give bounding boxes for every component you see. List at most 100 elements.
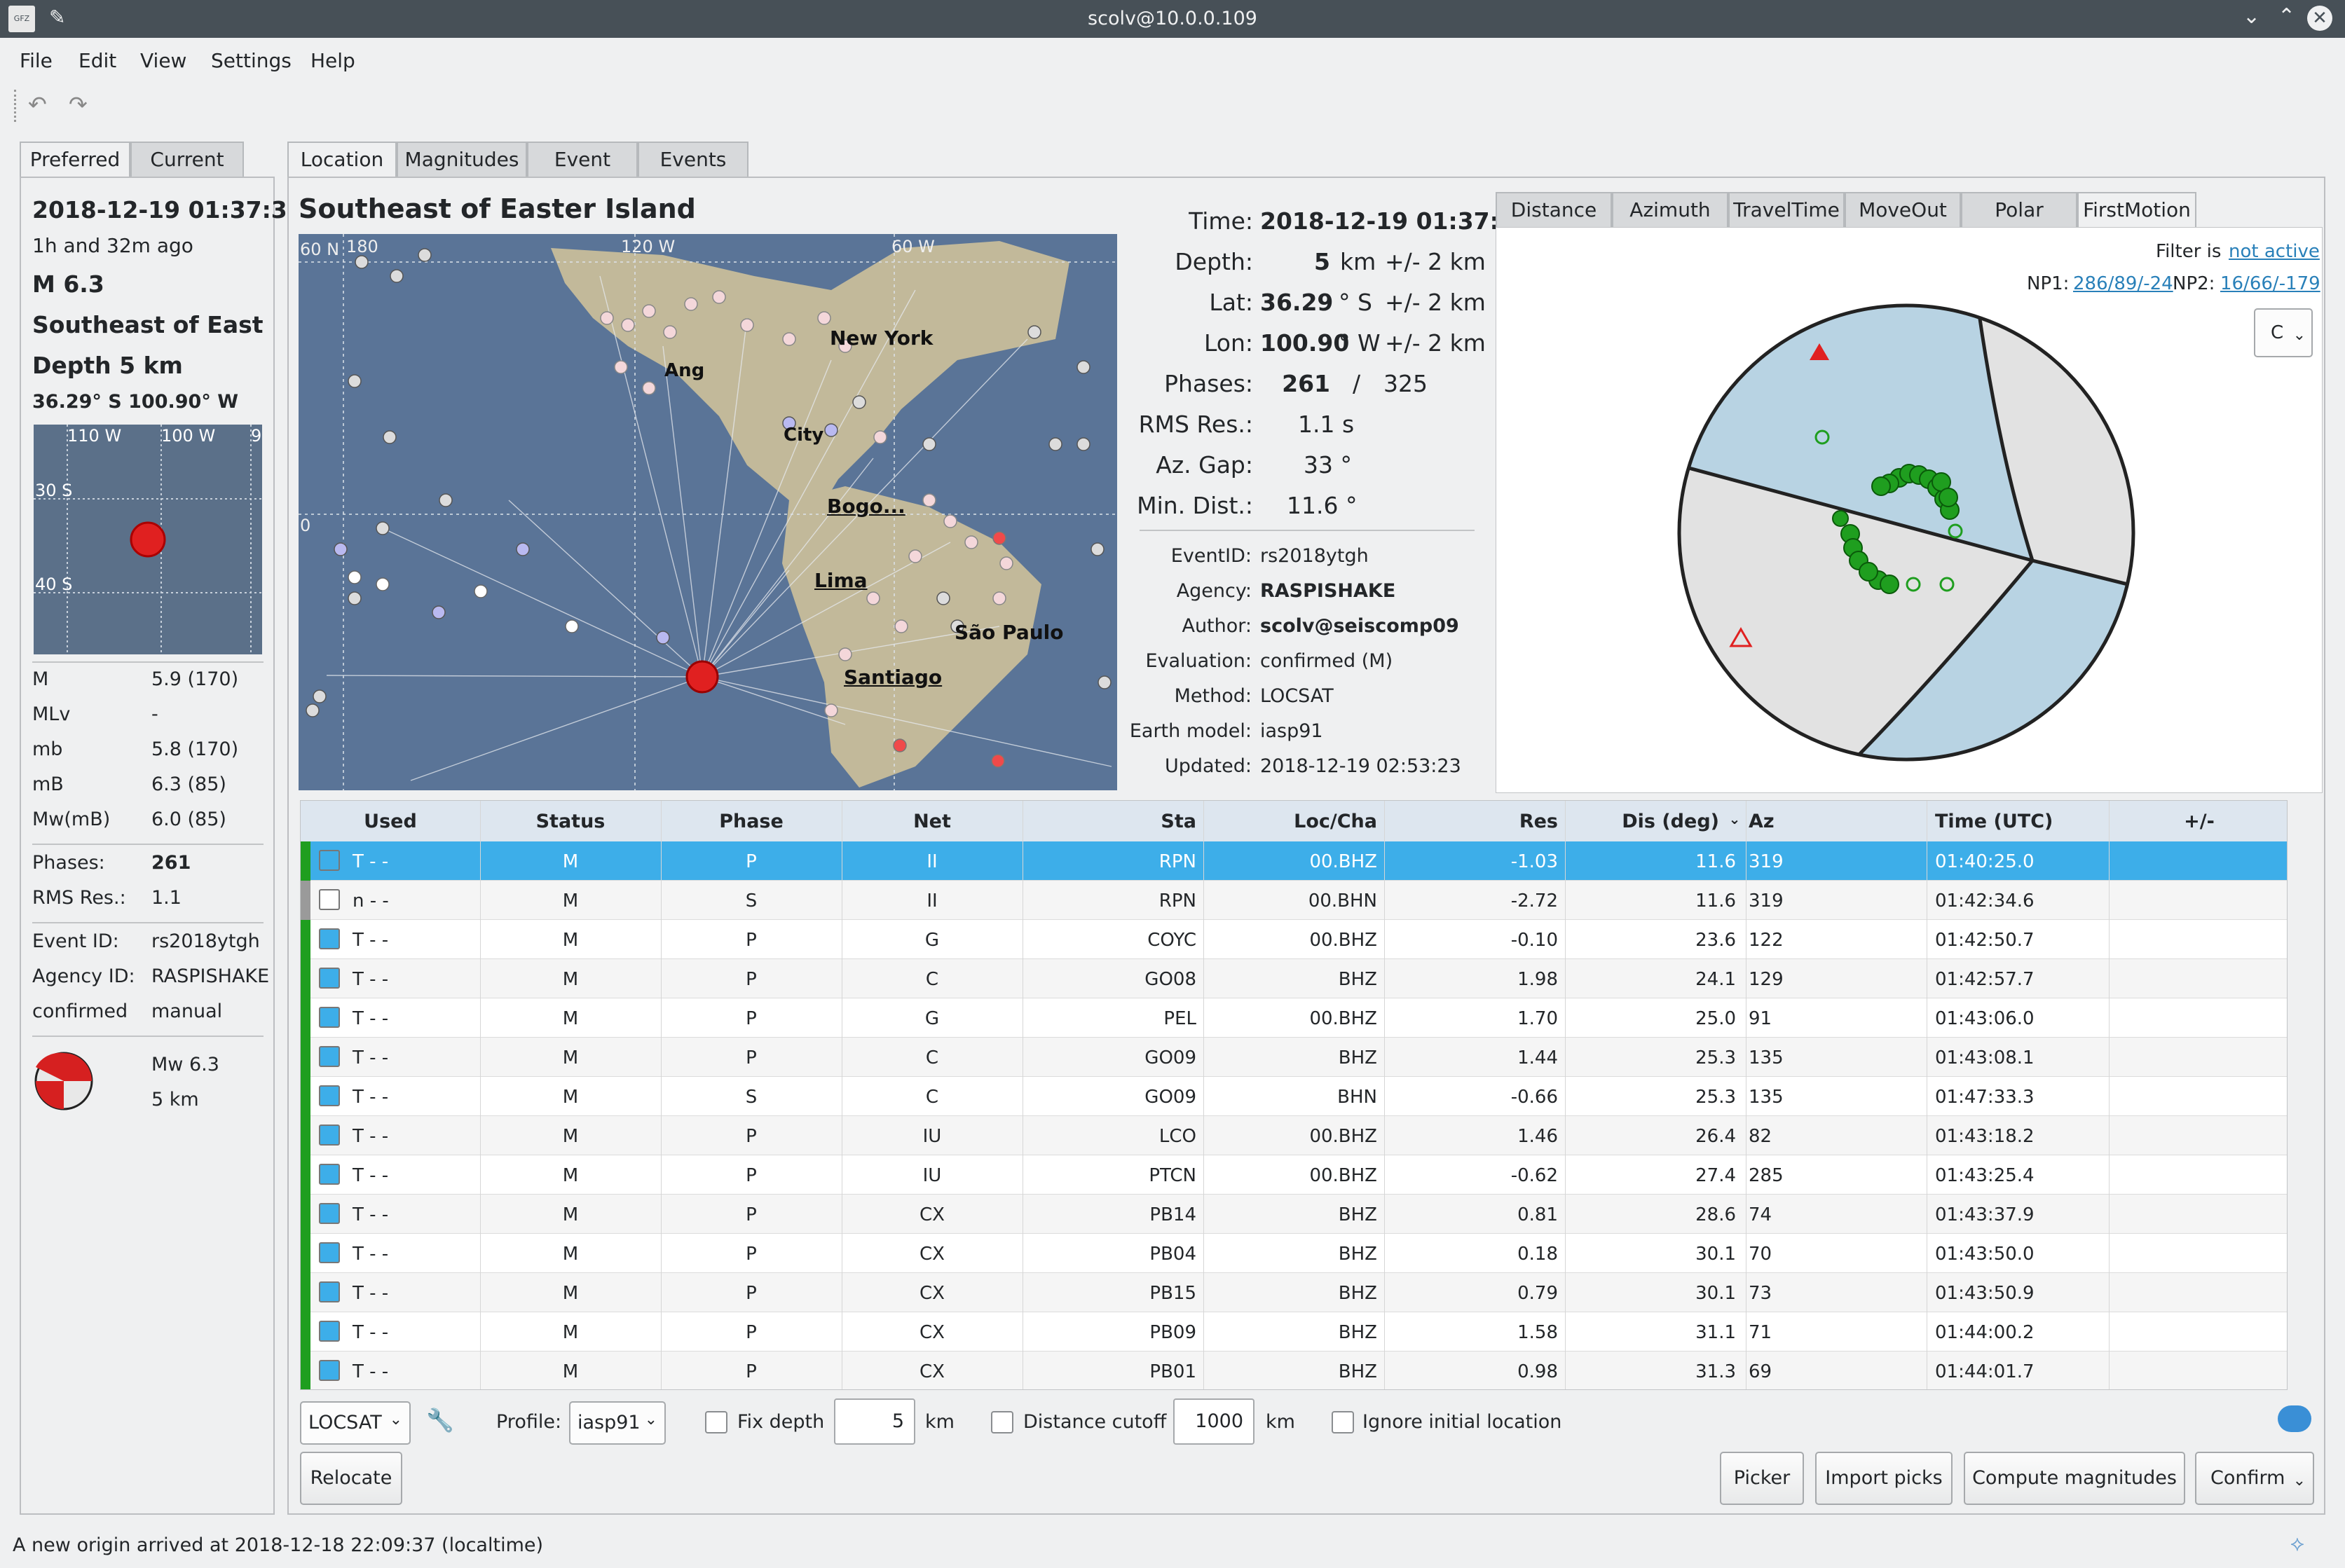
cell-az: 135 [1749,1087,1784,1108]
mini-map-lat-2: 40 S [35,575,73,594]
updated-label: Updated: [1164,755,1252,777]
tab-firstmotion[interactable]: FirstMotion [2077,192,2196,228]
cell-net: G [924,1008,940,1029]
mini-map[interactable]: 110 W 100 W 9 30 S 40 S [34,425,262,654]
maximize-icon[interactable]: ⌃ [2278,4,2295,29]
method-value: LOCSAT [1260,685,1334,707]
col-phase[interactable]: Phase [661,811,842,832]
mag-type-3: mB [32,773,64,795]
fix-depth-checkbox[interactable] [705,1411,727,1433]
redo-icon[interactable]: ↷ [69,91,88,118]
menu-file[interactable]: File [20,49,53,72]
cell-used: T - - [353,1204,389,1225]
wrench-icon[interactable]: 🔧 [426,1407,454,1433]
tab-magnitudes[interactable]: Magnitudes [397,142,527,178]
cell-time-utc: 01:43:37.9 [1935,1204,2035,1225]
cell-res: -0.66 [1510,1087,1558,1108]
ignore-initial-checkbox[interactable] [1332,1411,1354,1433]
event-summary-panel: 2018-12-19 01:37:39 1h and 32m ago M 6.3… [20,177,303,1515]
col-az[interactable]: Az [1749,811,1775,832]
tab-preferred[interactable]: Preferred [20,142,130,178]
component-combo[interactable]: C ⌄ [2254,308,2313,357]
cell-used: T - - [353,851,389,872]
minimize-icon[interactable]: ⌄ [2243,4,2260,29]
cell-status: M [562,1361,579,1382]
table-row[interactable]: T - - M P IU PTCN 00.BHZ -0.62 27.4 285 01:43:25.… [301,1155,2287,1195]
close-icon[interactable]: ✕ [2307,6,2332,31]
table-row[interactable]: T - - M P C GO08 BHZ 1.98 24.1 129 01:42:57.7 [301,959,2287,998]
table-row[interactable]: T - - M P CX PB01 BHZ 0.98 31.3 69 01:44:01.7 [301,1352,2287,1389]
lat-error: +/- 2 km [1385,289,1486,316]
table-row[interactable]: T - - M P CX PB14 BHZ 0.81 28.6 74 01:43:37.9 [301,1195,2287,1234]
compute-magnitudes-button[interactable]: Compute magnitudes [1964,1452,2185,1505]
table-row[interactable]: T - - M P CX PB09 BHZ 1.58 31.1 71 01:44:00.2 [301,1312,2287,1352]
np1-link[interactable]: 286/89/-24 [2073,273,2173,294]
picker-button[interactable]: Picker [1720,1452,1804,1505]
tab-location[interactable]: Location [287,142,397,178]
tab-current[interactable]: Current [130,142,244,178]
col-res[interactable]: Res [1384,811,1565,832]
cell-dis-deg: 28.6 [1695,1204,1736,1225]
np2-link[interactable]: 16/66/-179 [2220,273,2320,294]
cell-res: 1.58 [1517,1322,1558,1343]
world-map[interactable]: New York Bogo... Lima São Paulo Santiago… [299,234,1117,790]
region-title: Southeast of Easter Island [299,193,696,224]
phases-label: Phases: [1164,370,1253,397]
col-err[interactable]: +/- [2109,811,2287,832]
tab-azimuth[interactable]: Azimuth [1612,192,1728,228]
menu-view[interactable]: View [140,49,186,72]
mini-map-lon-3: 9 [251,426,262,446]
table-row[interactable]: T - - M P IU LCO 00.BHZ 1.46 26.4 82 01:43:18.2 [301,1116,2287,1155]
distance-cutoff-checkbox[interactable] [991,1411,1013,1433]
chevron-down-icon: ⌄ [2292,1472,2306,1490]
table-row[interactable]: n - - M S II RPN 00.BHN -2.72 11.6 319 01:42:34.6 [301,881,2287,920]
import-picks-button[interactable]: Import picks [1815,1452,1953,1505]
undo-icon[interactable]: ↶ [28,91,47,118]
chat-bubble-icon[interactable] [2278,1405,2311,1432]
notification-icon[interactable]: ⟡ [2290,1532,2304,1556]
table-row[interactable]: T - - M P G PEL 00.BHZ 1.70 25.0 91 01:43:06.0 [301,998,2287,1038]
table-row[interactable]: T - - M P G COYC 00.BHZ -0.10 23.6 122 01:42:50.7 [301,920,2287,959]
cell-used: T - - [353,1283,389,1304]
locator-combo[interactable]: LOCSAT ⌄ [300,1401,411,1445]
distance-cutoff-input[interactable]: 1000 [1173,1398,1254,1445]
tab-moveout[interactable]: MoveOut [1845,192,1961,228]
column-divider [1203,801,1204,1389]
evaluation-value: confirmed (M) [1260,650,1393,672]
table-row[interactable]: T - - M P C GO09 BHZ 1.44 25.3 135 01:43:08.1 [301,1038,2287,1077]
tab-traveltime[interactable]: TravelTime [1728,192,1845,228]
fix-depth-input[interactable]: 5 [834,1398,915,1445]
col-net[interactable]: Net [842,811,1023,832]
col-used[interactable]: Used [301,811,480,832]
tab-events[interactable]: Events [638,142,748,178]
tab-distance[interactable]: Distance [1496,192,1612,228]
tab-event[interactable]: Event [527,142,638,178]
col-loccha[interactable]: Loc/Cha [1203,811,1384,832]
cell-sta: GO08 [1144,969,1196,990]
cell-net: CX [919,1244,945,1265]
table-row[interactable]: T - - M P II RPN 00.BHZ -1.03 11.6 319 01:40:25.0 [301,841,2287,881]
profile-combo[interactable]: iasp91 ⌄ [569,1401,666,1445]
cell-used: T - - [353,1165,389,1186]
tab-polar[interactable]: Polar [1961,192,2077,228]
cell-net: C [925,969,939,990]
cell-dis-deg: 30.1 [1695,1283,1736,1304]
menu-settings[interactable]: Settings [211,49,292,72]
table-row[interactable]: T - - M P CX PB15 BHZ 0.79 30.1 73 01:43:50.9 [301,1273,2287,1312]
cell-time-utc: 01:43:25.4 [1935,1165,2035,1186]
menu-help[interactable]: Help [310,49,355,72]
region-name: Southeast of Easter I [32,311,264,338]
col-dis[interactable]: Dis (deg) [1565,811,1726,832]
menu-edit[interactable]: Edit [78,49,116,72]
relocate-button[interactable]: Relocate [300,1452,402,1505]
confirm-button[interactable]: Confirm ⌄ [2195,1452,2314,1505]
table-row[interactable]: T - - M S C GO09 BHN -0.66 25.3 135 01:47:33.3 [301,1077,2287,1116]
first-motion-beachball[interactable] [1668,294,2145,771]
col-time[interactable]: Time (UTC) [1927,811,2107,832]
mag-type-0: M [32,668,49,690]
filter-toggle[interactable]: not active [2229,241,2320,262]
cell-used: T - - [353,1244,389,1265]
col-sta[interactable]: Sta [1023,811,1203,832]
table-row[interactable]: T - - M P CX PB04 BHZ 0.18 30.1 70 01:43:50.0 [301,1234,2287,1273]
col-status[interactable]: Status [480,811,661,832]
